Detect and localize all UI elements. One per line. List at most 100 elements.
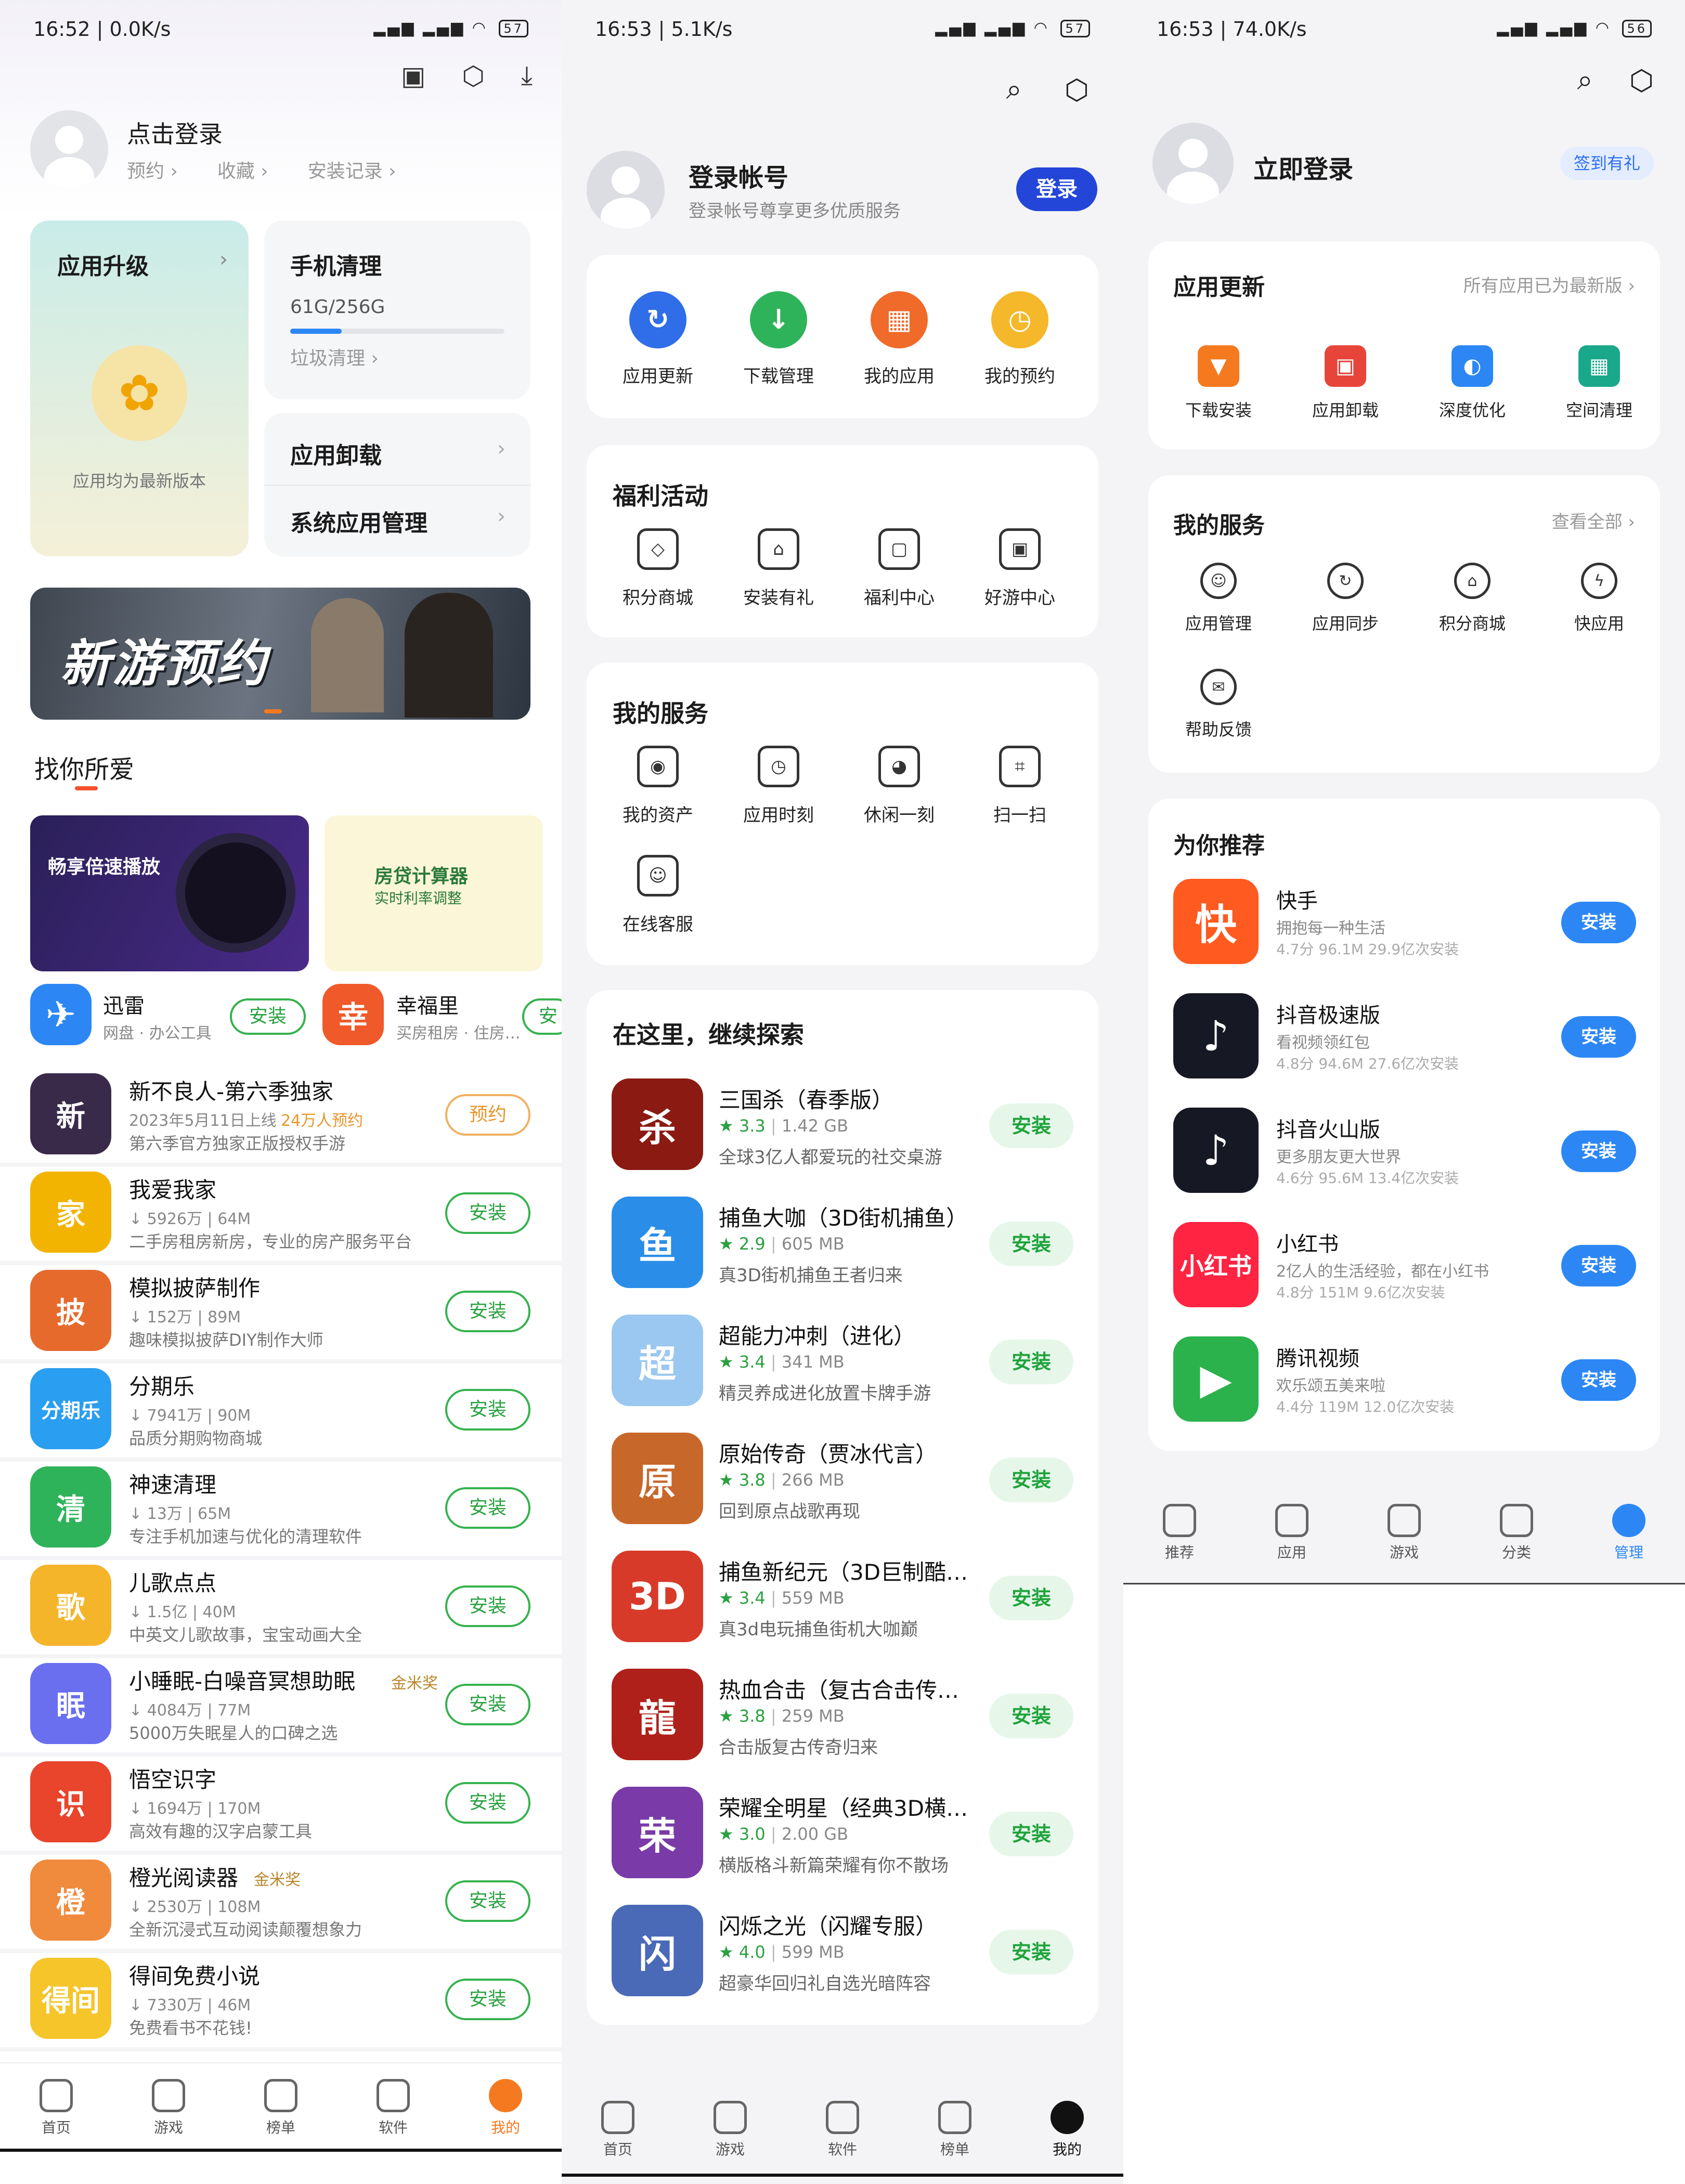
app-icon[interactable]: 快 — [1173, 879, 1259, 964]
game-name[interactable]: 闪烁之光（闪耀专服） — [719, 1909, 937, 1941]
app-name[interactable]: 我爱我家 — [129, 1173, 216, 1204]
app-icon[interactable]: 幸 — [322, 984, 384, 1045]
install-button[interactable]: 安装 — [1561, 1245, 1636, 1286]
install-button[interactable]: 安装 — [1561, 1016, 1636, 1058]
game-icon[interactable]: 闪 — [612, 1905, 703, 1996]
welfare-item[interactable]: ◇ 积分商城 — [598, 528, 718, 609]
update-item[interactable]: ▣ 应用卸载 — [1286, 345, 1405, 421]
app-name[interactable]: 悟空识字 — [129, 1762, 216, 1794]
update-item[interactable]: ◐ 深度优化 — [1412, 345, 1532, 421]
nav-item-software[interactable]: 软件 — [826, 2101, 859, 2159]
game-icon[interactable]: 鱼 — [612, 1197, 703, 1288]
reserve-link[interactable]: 预约 › — [127, 156, 178, 183]
welfare-item[interactable]: ⌂ 安装有礼 — [719, 528, 838, 609]
install-button[interactable]: 安装 — [445, 1684, 530, 1725]
view-all-link[interactable]: 查看全部 › — [1552, 508, 1635, 533]
settings-icon[interactable]: ⬡ — [462, 61, 485, 91]
nav-item-software[interactable]: 软件 — [377, 2079, 410, 2137]
nav-item-profile[interactable]: 我的 — [1051, 2101, 1084, 2159]
app-name[interactable]: 快手 — [1276, 884, 1318, 914]
avatar[interactable] — [1152, 123, 1234, 204]
settings-icon[interactable]: ⬡ — [1629, 64, 1654, 97]
nav-item-home[interactable]: 首页 — [40, 2079, 73, 2137]
app-name[interactable]: 抖音火山版 — [1276, 1113, 1380, 1143]
app-icon[interactable]: 得间 — [30, 1958, 111, 2039]
app-name[interactable]: 新不良人-第六季独家 — [129, 1074, 333, 1106]
game-name[interactable]: 荣耀全明星（经典3D横… — [719, 1791, 968, 1823]
app-icon[interactable]: ▶ — [1173, 1336, 1259, 1422]
login-title[interactable]: 点击登录 — [127, 115, 223, 150]
install-button[interactable]: 安装 — [1561, 1359, 1636, 1401]
game-name[interactable]: 热血合击（复古合击传… — [719, 1673, 959, 1705]
app-name[interactable]: 腾讯视频 — [1276, 1342, 1359, 1372]
install-button[interactable]: 安装 — [1561, 902, 1636, 943]
game-icon[interactable]: 超 — [612, 1315, 703, 1406]
install-button[interactable]: 安装 — [989, 1694, 1073, 1738]
install-button[interactable]: 安装 — [445, 1585, 530, 1627]
nav-item-star[interactable]: 榜单 — [264, 2079, 297, 2137]
install-button[interactable]: 安装 — [230, 998, 306, 1035]
app-icon[interactable]: 家 — [30, 1172, 111, 1253]
login-button[interactable]: 登录 — [1016, 167, 1097, 211]
quick-action[interactable]: ◷ 我的预约 — [960, 291, 1080, 387]
install-button[interactable]: 安装 — [989, 1221, 1073, 1266]
app-icon[interactable]: 披 — [30, 1270, 111, 1351]
update-note[interactable]: 所有应用已为最新版 › — [1463, 271, 1635, 297]
app-name[interactable]: 幸福里 — [396, 989, 459, 1019]
service-item[interactable]: ↻ 应用同步 — [1286, 563, 1405, 634]
game-icon[interactable]: 3D — [612, 1551, 703, 1642]
avatar[interactable] — [30, 110, 108, 188]
app-name[interactable]: 分期乐 — [129, 1369, 195, 1401]
install-button[interactable]: 安装 — [445, 1782, 530, 1824]
download-icon[interactable]: ⤓ — [521, 60, 533, 91]
app-icon[interactable]: ✈ — [30, 984, 92, 1045]
app-icon[interactable]: 小红书 — [1173, 1222, 1259, 1307]
install-button[interactable]: 安装 — [989, 1576, 1073, 1620]
clean-card[interactable]: 手机清理 61G/256G 垃圾清理 › — [264, 220, 530, 399]
install-button[interactable]: 安装 — [445, 1291, 530, 1332]
app-name[interactable]: 小红书 — [1276, 1227, 1339, 1257]
install-button[interactable]: 安装 — [989, 1458, 1073, 1502]
checkin-gift-badge[interactable]: 签到有礼 — [1560, 147, 1654, 180]
app-icon[interactable]: 歌 — [30, 1565, 111, 1646]
quick-action[interactable]: ↻ 应用更新 — [598, 291, 718, 387]
nav-item-game[interactable]: 游戏 — [714, 2101, 747, 2159]
nav-item-recommend[interactable]: 推荐 — [1163, 1504, 1196, 1562]
app-icon[interactable]: 眠 — [30, 1663, 111, 1744]
reserve-button[interactable]: 预约 — [445, 1094, 530, 1136]
search-icon[interactable]: ⌕ — [1006, 73, 1022, 106]
install-button[interactable]: 安装 — [445, 1389, 530, 1431]
app-icon[interactable]: 清 — [30, 1466, 111, 1548]
game-icon[interactable]: 原 — [612, 1433, 703, 1524]
install-button[interactable]: 安装 — [445, 1979, 530, 2020]
app-name[interactable]: 模拟披萨制作 — [129, 1271, 260, 1303]
app-icon[interactable]: ♪ — [1173, 993, 1259, 1078]
install-button[interactable]: 安装 — [989, 1340, 1073, 1384]
app-name[interactable]: 迅雷 — [103, 989, 145, 1019]
install-button[interactable]: 安装 — [989, 1103, 1073, 1148]
quick-action[interactable]: ↓ 下载管理 — [719, 291, 838, 387]
update-item[interactable]: ▼ 下载安装 — [1159, 345, 1278, 421]
game-icon[interactable]: 荣 — [612, 1787, 703, 1878]
new-game-banner[interactable]: 新游预约 — [30, 588, 530, 720]
service-item[interactable]: ☺ 应用管理 — [1159, 563, 1278, 634]
app-icon[interactable]: 识 — [30, 1761, 111, 1842]
game-name[interactable]: 三国杀（春季版） — [719, 1083, 893, 1114]
nav-item-game[interactable]: 游戏 — [1388, 1504, 1421, 1562]
app-name[interactable]: 得间免费小说 — [129, 1959, 260, 1991]
install-button[interactable]: 安装 — [445, 1487, 530, 1529]
nav-item-app[interactable]: 应用 — [1275, 1504, 1308, 1562]
app-name[interactable]: 神速清理 — [129, 1467, 216, 1499]
system-app-label[interactable]: 系统应用管理 — [290, 504, 427, 538]
app-icon[interactable]: ♪ — [1173, 1108, 1259, 1193]
install-button[interactable]: 安装 — [445, 1192, 530, 1234]
favorites-link[interactable]: 收藏 › — [217, 156, 268, 183]
service-item[interactable]: ✉ 帮助反馈 — [1159, 669, 1278, 740]
nav-item-crown[interactable]: 榜单 — [938, 2101, 971, 2159]
settings-icon[interactable]: ⬡ — [1065, 73, 1089, 106]
game-icon[interactable]: 龍 — [612, 1669, 703, 1760]
install-button[interactable]: 安装 — [445, 1880, 530, 1922]
service-item[interactable]: ϟ 快应用 — [1539, 563, 1659, 634]
install-button[interactable]: 安装 — [1561, 1130, 1636, 1172]
install-button[interactable]: 安装 — [989, 1812, 1073, 1856]
